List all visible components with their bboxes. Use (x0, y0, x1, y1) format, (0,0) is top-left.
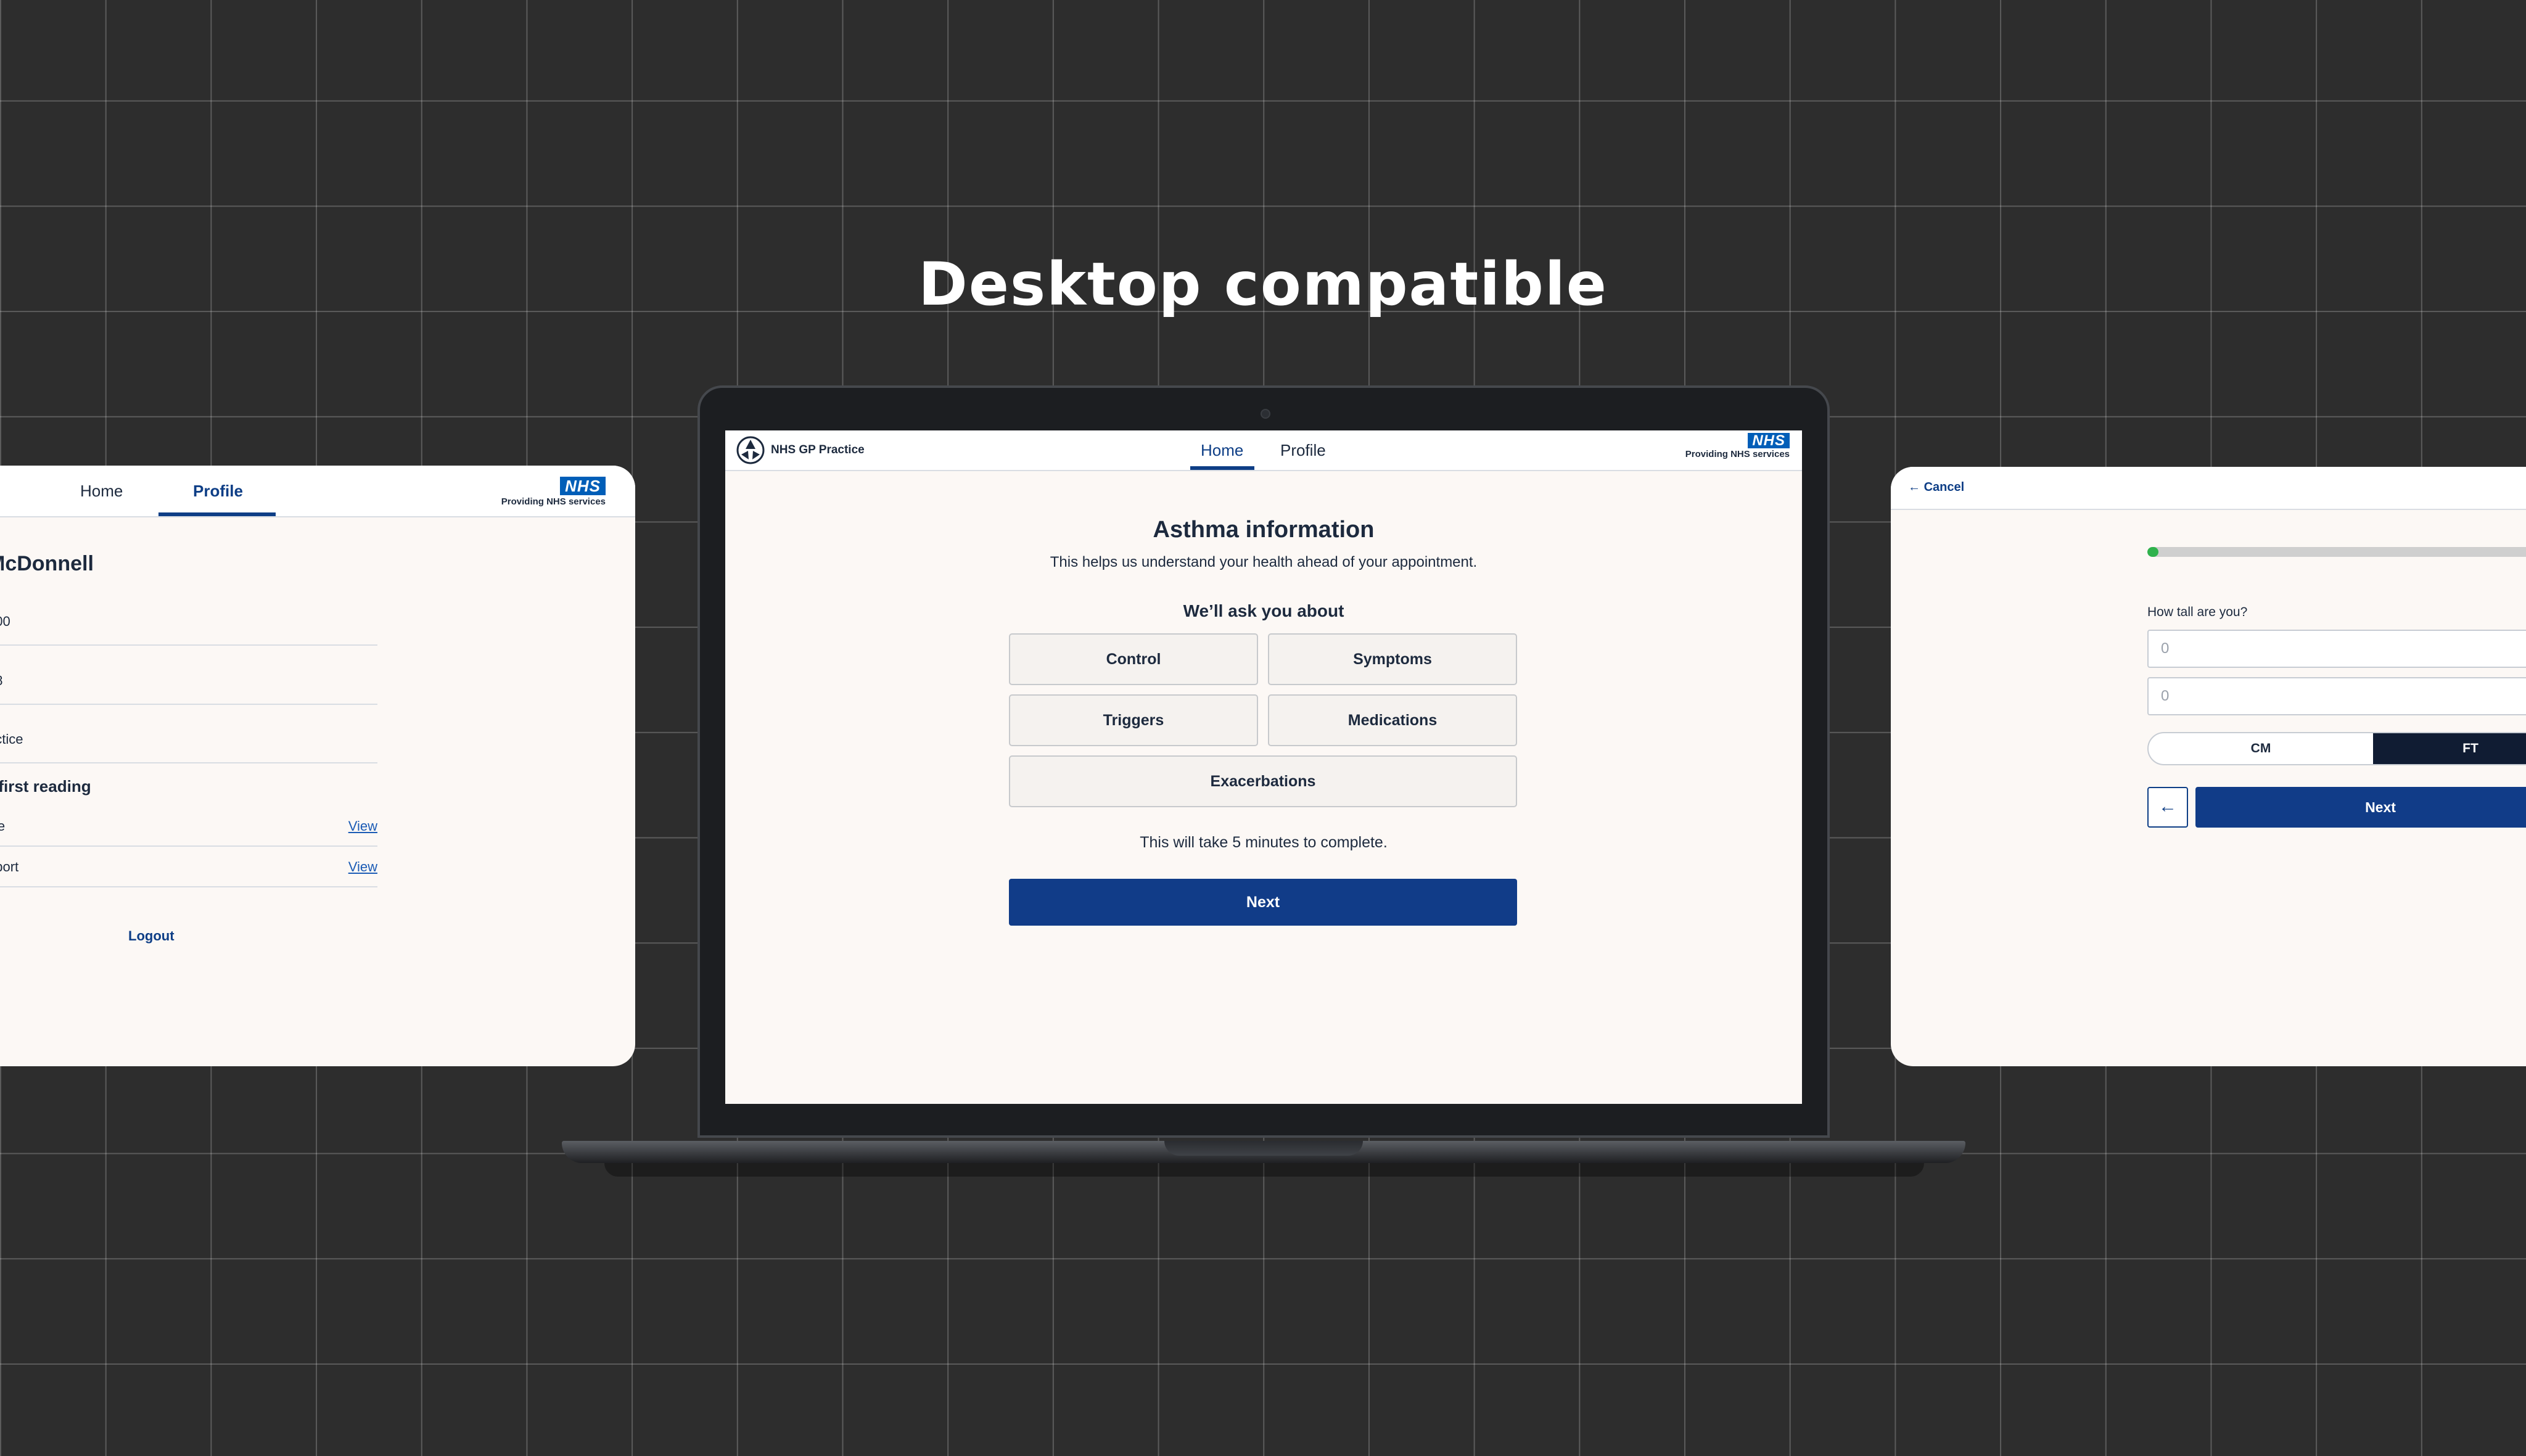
logout-button[interactable]: Logout (128, 928, 175, 944)
tab-home[interactable]: Home (1201, 430, 1243, 470)
nhs-badge: NHS (560, 477, 606, 495)
nhs-tagline: Providing NHS services (1685, 449, 1790, 459)
next-button[interactable]: Next (1009, 879, 1517, 926)
topic-exacerbations: Exacerbations (1009, 755, 1517, 807)
profile-top-nav: Home Profile NHS Providing NHS services (0, 466, 635, 517)
unit-toggle: CM FT (2147, 732, 2526, 765)
topic-triggers: Triggers (1009, 694, 1258, 746)
topic-symptoms: Symptoms (1268, 633, 1517, 685)
section-heading: r first reading (0, 777, 91, 796)
unit-option-ft[interactable]: FT (2373, 733, 2526, 764)
profile-field-row: 68 (0, 673, 377, 705)
cancel-button[interactable]: ← Cancel (1908, 480, 1964, 495)
main-top-nav: NHS GP Practice Home Profile NHS Providi… (725, 430, 1802, 471)
profile-screen-preview: Home Profile NHS Providing NHS services … (0, 466, 635, 1066)
cancel-label: Cancel (1923, 480, 1965, 494)
profile-field-row: 900 (0, 614, 377, 646)
nhs-logo: NHS Providing NHS services (1685, 433, 1790, 459)
height-input-primary[interactable]: 0 (2147, 630, 2526, 668)
view-link[interactable]: View (348, 818, 377, 834)
topic-control: Control (1009, 633, 1258, 685)
profile-field-row: actice (0, 731, 377, 763)
active-tab-indicator (1190, 466, 1254, 470)
back-button[interactable]: ← (2147, 787, 2188, 828)
link-row: ice View (0, 818, 377, 847)
practice-logo-icon (736, 436, 765, 464)
duration-note: This will take 5 minutes to complete. (1140, 834, 1388, 851)
practice-name: NHS GP Practice (771, 443, 865, 456)
view-link[interactable]: View (348, 859, 377, 875)
question-top-bar: ← Cancel (1891, 467, 2526, 510)
profile-field-value: 900 (0, 614, 10, 629)
profile-field-value: actice (0, 731, 23, 747)
height-question-screen-preview: ← Cancel How tall are you? 0 0 CM FT ← N… (1891, 467, 2526, 1066)
active-tab-indicator (158, 512, 276, 516)
height-input-secondary[interactable]: 0 (2147, 677, 2526, 715)
practice-brand[interactable]: NHS GP Practice (736, 435, 865, 466)
nhs-tagline: Providing NHS services (501, 496, 606, 507)
profile-name: McDonnell (0, 552, 94, 575)
laptop-camera (1261, 409, 1270, 419)
progress-bar-fill (2147, 547, 2158, 557)
nhs-badge: NHS (1748, 433, 1790, 448)
topic-medications: Medications (1268, 694, 1517, 746)
tab-profile[interactable]: Profile (193, 466, 243, 516)
progress-bar (2147, 547, 2526, 557)
question-label: How tall are you? (2147, 605, 2248, 619)
link-row-label: pport (0, 859, 19, 874)
unit-option-cm[interactable]: CM (2149, 733, 2373, 764)
tab-home[interactable]: Home (80, 466, 123, 516)
page-title: Asthma information (1153, 517, 1375, 543)
profile-field-value: 68 (0, 673, 2, 688)
asthma-info-screen: NHS GP Practice Home Profile NHS Providi… (725, 430, 1802, 1104)
nhs-logo: NHS Providing NHS services (501, 477, 606, 507)
next-button[interactable]: Next (2195, 787, 2526, 828)
arrow-left-icon: ← (1908, 480, 1920, 494)
laptop-notch (1164, 1141, 1363, 1156)
page-subtitle: This helps us understand your health ahe… (1050, 554, 1478, 570)
link-row: pport View (0, 859, 377, 887)
laptop-shadow (604, 1163, 1924, 1177)
arrow-left-icon: ← (2158, 796, 2177, 816)
topics-heading: We’ll ask you about (1183, 601, 1344, 620)
link-row-label: ice (0, 818, 6, 834)
tab-profile[interactable]: Profile (1280, 430, 1326, 470)
hero-title: Desktop compatible (918, 250, 1608, 319)
